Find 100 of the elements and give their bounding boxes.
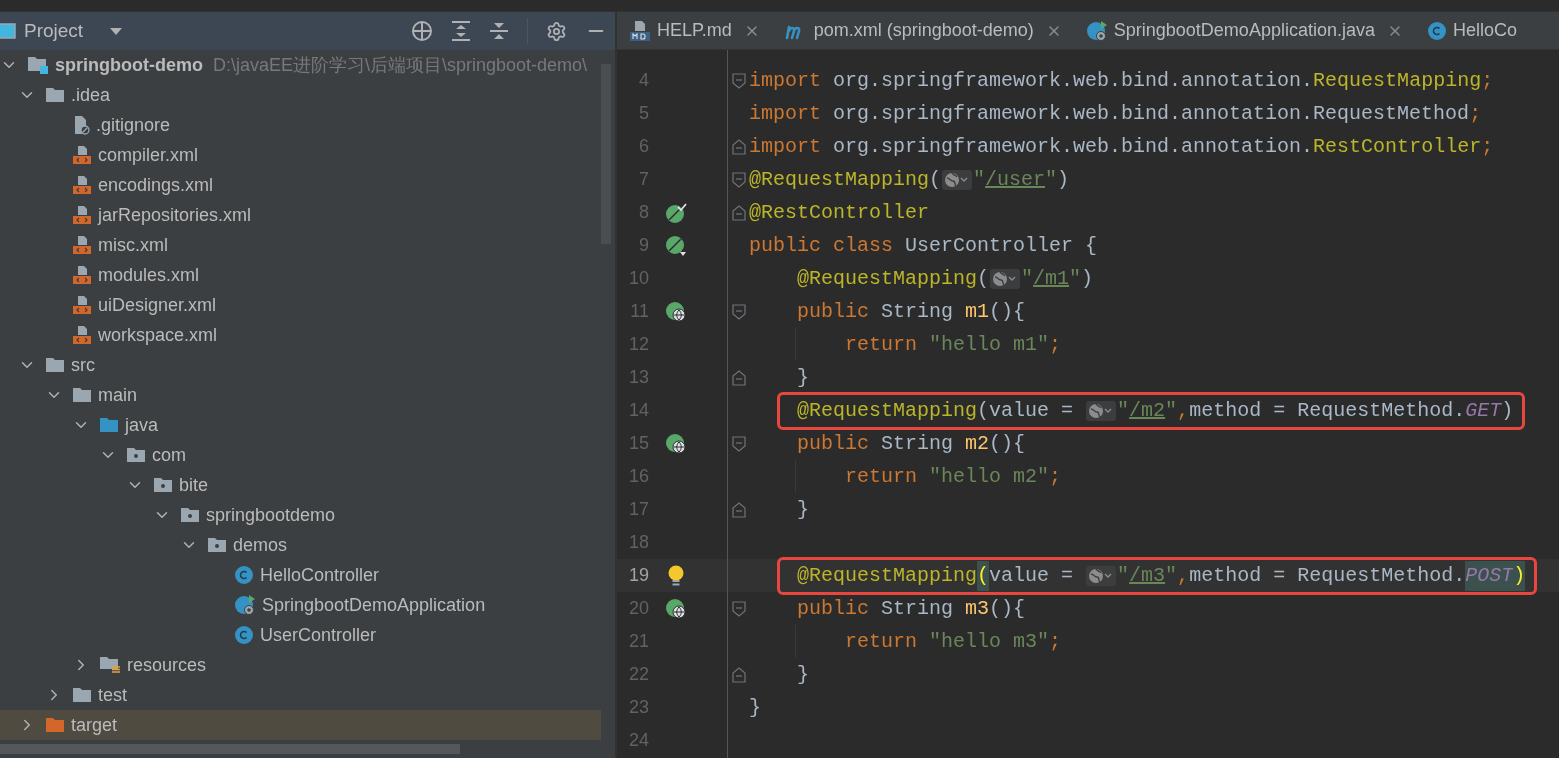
line-number: 18	[627, 531, 650, 554]
line-number: 6	[638, 135, 650, 158]
code-line: import org.springframework.web.bind.annotation.RestController;	[749, 133, 1494, 160]
line-number: 16	[627, 465, 650, 488]
folder-icon	[72, 387, 92, 403]
tree-item[interactable]: workspace.xml	[98, 321, 218, 349]
folder-icon	[45, 717, 65, 733]
expand-all-icon[interactable]	[451, 20, 471, 42]
folder-icon	[45, 87, 65, 103]
class-icon	[234, 625, 254, 645]
fold-marker-icon[interactable]	[732, 171, 746, 188]
tree-item[interactable]: SpringbootDemoApplication	[262, 591, 486, 619]
fold-marker-icon[interactable]	[732, 138, 746, 155]
editor-tab[interactable]: pom.xml (springboot-demo)	[771, 12, 1074, 49]
fold-marker-icon[interactable]	[732, 369, 746, 386]
line-number: 11	[629, 300, 650, 323]
tree-item[interactable]: encodings.xml	[98, 171, 214, 199]
window-icon	[0, 22, 16, 40]
xml-file-icon	[72, 175, 92, 195]
markdown-file-icon	[629, 19, 651, 42]
xml-file-icon	[72, 205, 92, 225]
xml-file-icon	[72, 295, 92, 315]
code-line: }	[797, 661, 809, 688]
tree-item[interactable]: springboot-demo	[55, 51, 203, 79]
project-path: D:\javaEE进阶学习\后端项目\springboot-demo\	[213, 53, 588, 77]
code-line: public String m2(){	[797, 430, 1026, 457]
tree-item[interactable]: .idea	[71, 81, 111, 109]
line-number: 21	[627, 630, 650, 653]
line-number: 12	[627, 333, 650, 356]
tree-item[interactable]: test	[98, 681, 127, 709]
tree-item[interactable]: main	[98, 381, 137, 409]
url-inlay-icon[interactable]	[942, 169, 973, 190]
code-line: import org.springframework.web.bind.annotation.RequestMethod;	[749, 100, 1482, 127]
collapse-all-icon[interactable]	[489, 20, 509, 42]
fold-marker-icon[interactable]	[732, 72, 746, 89]
tree-item[interactable]: jarRepositories.xml	[98, 201, 252, 229]
fold-marker-icon[interactable]	[732, 303, 746, 320]
tree-item[interactable]: compiler.xml	[98, 141, 199, 169]
bean-check-icon[interactable]	[665, 201, 687, 224]
fold-marker-icon[interactable]	[732, 435, 746, 452]
url-inlay-icon[interactable]	[1086, 565, 1117, 586]
line-number: 15	[627, 432, 650, 455]
tree-item[interactable]: target	[71, 711, 118, 739]
panel-title[interactable]: Project	[24, 16, 84, 46]
line-number: 20	[627, 597, 650, 620]
web-endpoint-icon[interactable]	[665, 300, 687, 323]
ignored-file-icon	[72, 115, 90, 135]
tree-item[interactable]: demos	[233, 531, 288, 559]
folder-icon	[45, 357, 65, 373]
fold-marker-icon[interactable]	[732, 204, 746, 221]
editor-tab[interactable]: HelloCo	[1414, 12, 1529, 49]
tree-item[interactable]: bite	[179, 471, 209, 499]
code-line: }	[797, 364, 809, 391]
class-icon	[234, 565, 254, 585]
tree-item[interactable]: java	[125, 411, 159, 439]
fold-marker-icon[interactable]	[732, 600, 746, 617]
code-line: return "hello m2";	[845, 463, 1062, 490]
code-line: }	[749, 694, 761, 721]
code-line: public String m3(){	[797, 595, 1026, 622]
horizontal-scrollbar[interactable]	[0, 744, 460, 754]
tree-item[interactable]: HelloController	[260, 561, 380, 589]
tree-item[interactable]: com	[152, 441, 186, 469]
application-class-icon	[234, 594, 256, 616]
lightbulb-icon[interactable]	[666, 563, 686, 588]
dropdown-caret-icon[interactable]	[109, 26, 124, 36]
url-inlay-icon[interactable]	[1086, 400, 1117, 421]
fold-marker-icon[interactable]	[732, 501, 746, 518]
folder-icon	[99, 417, 119, 433]
tree-item[interactable]: UserController	[260, 621, 377, 649]
line-number: 10	[627, 267, 650, 290]
fold-marker-icon[interactable]	[732, 666, 746, 683]
tree-item[interactable]: modules.xml	[98, 261, 200, 289]
tree-item[interactable]: uiDesigner.xml	[98, 291, 217, 319]
line-number: 24	[627, 729, 650, 752]
settings-icon[interactable]	[546, 20, 567, 42]
code-line: public String m1(){	[797, 298, 1026, 325]
tree-item[interactable]: src	[71, 351, 95, 379]
package-folder-icon	[153, 477, 173, 493]
code-line: @RequestMapping(value = "/m3",method = RequestMethod.POST)	[797, 560, 1526, 591]
class-icon	[1426, 20, 1447, 41]
tree-item[interactable]: misc.xml	[98, 231, 168, 259]
application-class-icon	[1085, 19, 1108, 42]
xml-file-icon	[72, 325, 92, 345]
line-number: 8	[638, 201, 650, 224]
module-folder-icon	[27, 56, 49, 74]
tree-item[interactable]: springbootdemo	[206, 501, 336, 529]
code-line: public class UserController {	[749, 232, 1098, 259]
tree-item[interactable]: .gitignore	[96, 111, 171, 139]
resources-folder-icon	[99, 656, 121, 674]
editor-tab[interactable]: HELP.md	[617, 12, 772, 49]
xml-file-icon	[72, 235, 92, 255]
tree-item[interactable]: resources	[127, 651, 207, 679]
line-number: 14	[627, 399, 650, 422]
line-number: 22	[627, 663, 650, 686]
web-endpoint-icon[interactable]	[665, 432, 687, 455]
locate-icon[interactable]	[411, 20, 433, 42]
code-line: @RequestMapping( "/m1")	[797, 265, 1094, 292]
editor-tab[interactable]: SpringbootDemoApplication.java	[1073, 12, 1415, 49]
web-endpoint-icon[interactable]	[665, 597, 687, 620]
url-inlay-icon[interactable]	[990, 268, 1021, 289]
